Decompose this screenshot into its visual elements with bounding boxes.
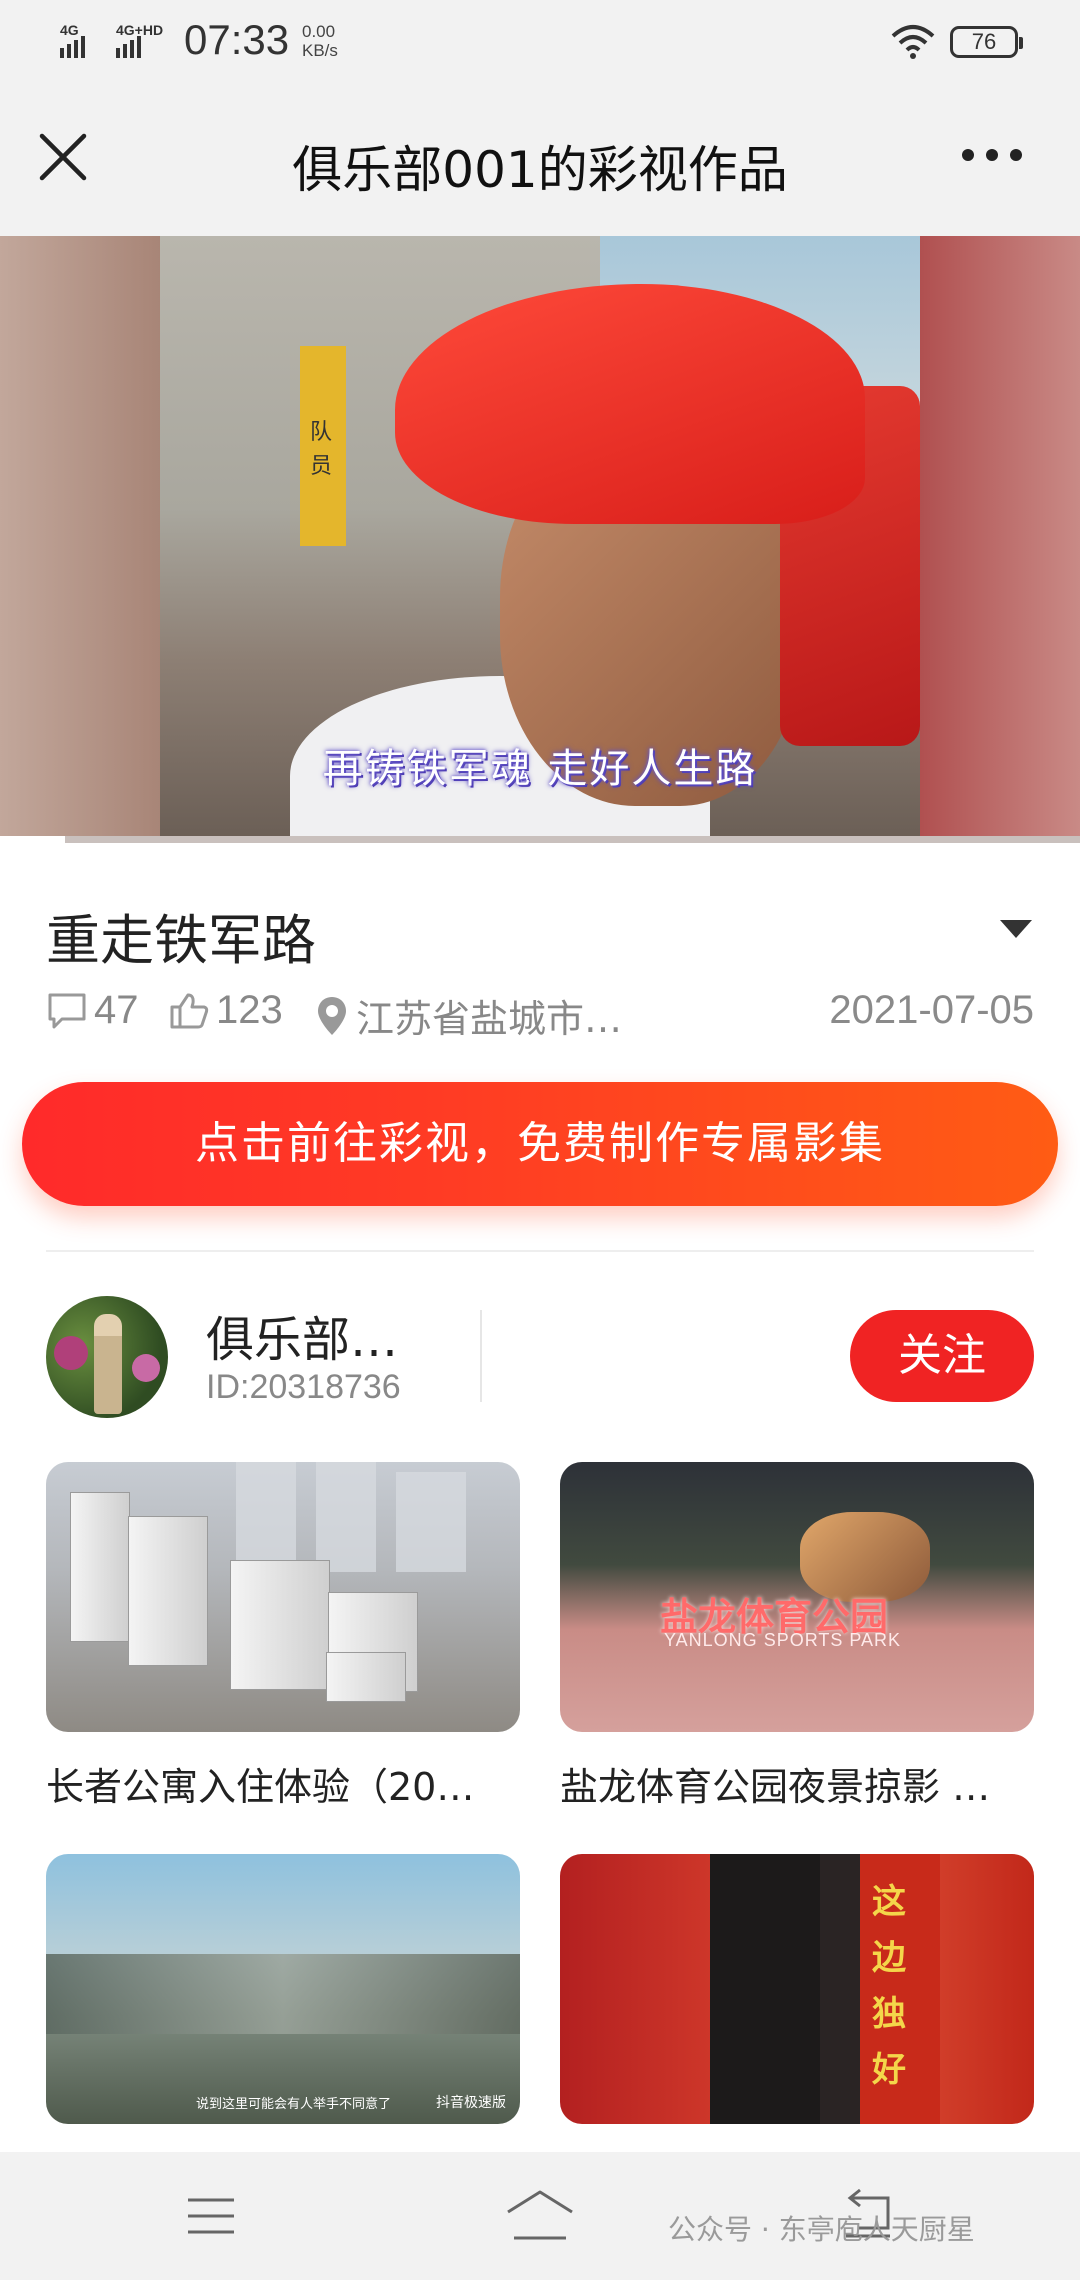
avatar-person	[94, 1314, 122, 1414]
work-thumbnail-sports-park: 盐龙体育公园 YANLONG SPORTS PARK	[560, 1462, 1034, 1732]
author-id: ID:20318736	[206, 1368, 401, 1406]
post-location: 江苏省盐城市…	[314, 988, 622, 1043]
video-player[interactable]: 队员 再铸铁军魂 走好人生路	[0, 236, 1080, 843]
thumb-subtext: YANLONG SPORTS PARK	[664, 1630, 902, 1650]
menu-icon[interactable]	[186, 2196, 236, 2236]
clock: 07:33	[184, 16, 290, 63]
author-avatar[interactable]	[46, 1296, 168, 1418]
top-nav-bar: 俱乐部001的彩视作品	[0, 88, 1080, 236]
network-label-2: 4G+HD	[116, 22, 163, 38]
expand-triangle-icon[interactable]	[998, 918, 1034, 940]
status-bar: 4G 4G+HD 07:33 0.00 KB/s 76	[0, 0, 1080, 88]
make-album-cta-button[interactable]: 点击前往彩视，免费制作专属影集	[22, 1082, 1058, 1206]
thumb-person	[710, 1854, 820, 2124]
system-nav-bar: 公众号 · 东亭庖人天厨星	[0, 2152, 1080, 2280]
work-card[interactable]: 长者公寓入住体验（20…	[46, 1462, 520, 1811]
work-card[interactable]: 说到这里可能会有人举手不同意了 抖音极速版	[46, 1854, 520, 2148]
video-plaque-text: 队员	[310, 420, 333, 479]
work-thumbnail-banner: 这边独好	[560, 1854, 1034, 2124]
battery-icon: 76	[950, 26, 1023, 58]
work-card[interactable]: 这边独好	[560, 1854, 1034, 2148]
video-subtitle: 再铸铁军魂 走好人生路	[322, 746, 758, 792]
avatar-flower	[132, 1354, 160, 1382]
work-title: 盐龙体育公园夜景掠影 …	[560, 1765, 991, 1809]
network-speed-value: 0.00	[302, 22, 336, 41]
follow-button[interactable]: 关注	[850, 1310, 1034, 1402]
post-title: 重走铁军路	[46, 909, 316, 972]
work-title: 长者公寓入住体验（20…	[46, 1765, 475, 1809]
comment-icon	[48, 993, 86, 1028]
author-name[interactable]: 俱乐部…	[206, 1300, 398, 1370]
comment-count[interactable]: 47	[46, 988, 139, 1033]
work-card[interactable]: 盐龙体育公园 YANLONG SPORTS PARK 盐龙体育公园夜景掠影 …	[560, 1462, 1034, 1811]
video-progress-bar[interactable]	[0, 836, 1080, 843]
close-icon[interactable]	[36, 130, 90, 184]
work-thumbnail-apartment	[46, 1462, 520, 1732]
post-location-text: 江苏省盐城市…	[356, 997, 623, 1041]
like-count[interactable]: 123	[168, 988, 283, 1033]
location-pin-icon	[318, 996, 346, 1035]
network-speed: 0.00 KB/s	[302, 22, 338, 60]
thumb-watermark: 抖音极速版	[436, 2094, 506, 2110]
thumbs-up-icon	[170, 993, 209, 1028]
avatar-flower	[54, 1336, 88, 1370]
post-meta: 47 123 江苏省盐城市… 2021-07-05	[46, 980, 1036, 1043]
comment-count-value: 47	[94, 988, 139, 1032]
post-date: 2021-07-05	[829, 988, 1034, 1032]
work-thumbnail-aerial: 说到这里可能会有人举手不同意了 抖音极速版	[46, 1854, 520, 2124]
thumb-caption: 说到这里可能会有人举手不同意了	[196, 2097, 392, 2112]
author-divider	[480, 1310, 482, 1402]
more-icon[interactable]	[960, 140, 1024, 170]
home-icon[interactable]	[504, 2188, 576, 2242]
thumb-text: 这边独好	[872, 1882, 906, 2090]
account-watermark: 公众号 · 东亭庖人天厨星	[668, 2213, 975, 2246]
video-progress-fill	[0, 836, 65, 843]
thumb-blur-strip	[46, 1954, 520, 2034]
section-divider	[46, 1250, 1034, 1252]
wifi-icon	[891, 25, 935, 59]
network-speed-unit: KB/s	[302, 41, 338, 60]
page-title: 俱乐部001的彩视作品	[292, 141, 788, 199]
network-label-1: 4G	[60, 22, 79, 38]
like-count-value: 123	[216, 988, 283, 1032]
signal-icon: 4G 4G+HD	[60, 22, 163, 58]
